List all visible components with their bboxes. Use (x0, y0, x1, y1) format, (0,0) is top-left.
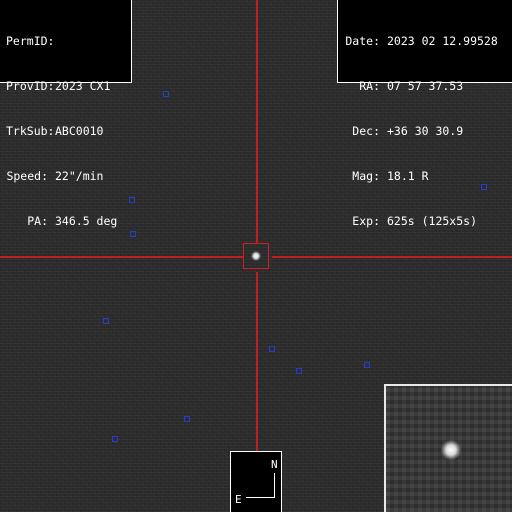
info-row-trksub: TrkSub: ABC0010 (6, 124, 125, 139)
date-label: Date: (345, 34, 380, 48)
exp-label: Exp: (352, 214, 380, 228)
date-value: 2023 02 12.99528 (387, 34, 498, 48)
observation-info-panel: Date: 2023 02 12.99528 RA: 07 57 37.53 Dec… (337, 0, 512, 228)
info-row-dec: Dec: +36 30 30.9 (344, 124, 506, 139)
reference-star-marker (364, 362, 370, 368)
trksub-label: TrkSub: (6, 124, 55, 138)
reference-star-marker (296, 368, 302, 374)
reference-star-marker (129, 197, 135, 203)
target-object (251, 251, 261, 261)
info-row-ra: RA: 07 57 37.53 (344, 79, 506, 94)
info-row-pa: PA: 346.5 deg (6, 214, 125, 229)
provid-value: 2023 CX1 (55, 79, 111, 93)
info-row-date: Date: 2023 02 12.99528 (344, 34, 506, 49)
zoomed-target-object (441, 440, 461, 460)
reference-star-marker (184, 416, 190, 422)
mag-value: 18.1 R (387, 169, 429, 183)
north-arrow-line (274, 473, 275, 498)
info-row-mag: Mag: 18.1 R (344, 169, 506, 184)
permid-label: PermID: (6, 34, 55, 48)
info-row-provid: ProvID: 2023 CX1 (6, 79, 125, 94)
east-arrow-line (246, 497, 275, 498)
crosshair-vertical-top (256, 0, 258, 243)
reference-star-marker (163, 91, 169, 97)
provid-label: ProvID: (6, 79, 55, 93)
exp-value: 625s (125x5s) (387, 214, 478, 228)
info-row-speed: Speed: 22"/min (6, 169, 125, 184)
reference-star-marker (130, 231, 136, 237)
speed-value: 22"/min (55, 169, 104, 183)
compass-east-label: E (235, 493, 242, 506)
object-info-panel: PermID: ProvID: 2023 CX1 TrkSub: ABC0010 S… (0, 0, 132, 228)
speed-label: Speed: (6, 169, 48, 183)
ra-label: RA: (359, 79, 380, 93)
reference-star-marker (103, 318, 109, 324)
info-row-permid: PermID: (6, 34, 125, 49)
pa-label: PA: (27, 214, 48, 228)
ra-value: 07 57 37.53 (387, 79, 464, 93)
zoom-inset (384, 384, 512, 512)
compass-north-label: N (271, 458, 278, 471)
pa-value: 346.5 deg (55, 214, 118, 228)
info-row-exp: Exp: 625s (125x5s) (344, 214, 506, 229)
reference-star-marker (269, 346, 275, 352)
reference-star-marker (112, 436, 118, 442)
trksub-value: ABC0010 (55, 124, 104, 138)
dec-value: +36 30 30.9 (387, 124, 464, 138)
compass-rose: N E (230, 451, 282, 512)
mag-label: Mag: (352, 169, 380, 183)
astronomy-image-viewer: PermID: ProvID: 2023 CX1 TrkSub: ABC0010 S… (0, 0, 512, 512)
dec-label: Dec: (352, 124, 380, 138)
